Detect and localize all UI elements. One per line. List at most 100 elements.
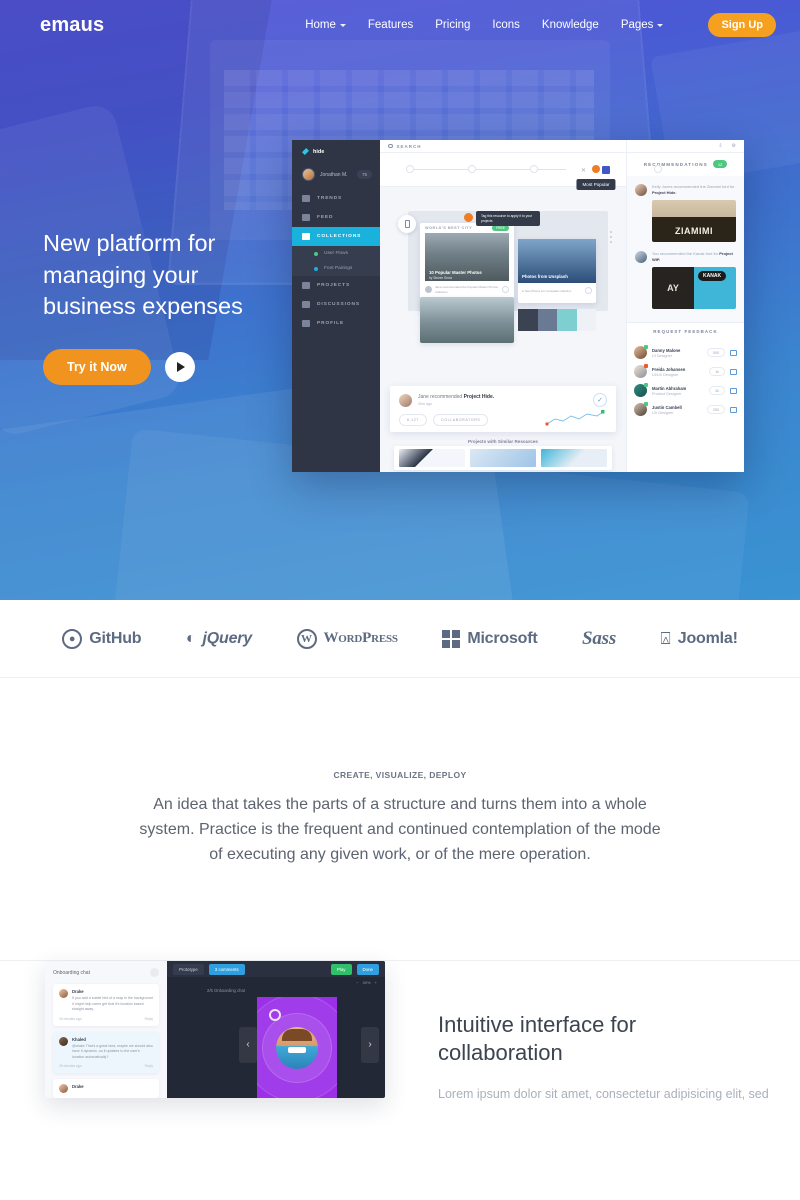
gear-icon[interactable]: ⚙ xyxy=(732,143,736,149)
nav-item-home[interactable]: Home xyxy=(294,19,357,31)
signup-button[interactable]: Sign Up xyxy=(708,13,776,37)
nav-item-icons[interactable]: Icons xyxy=(481,19,531,31)
chat-icon[interactable] xyxy=(730,406,737,413)
person-count: 2k xyxy=(709,386,725,395)
play-video-button[interactable] xyxy=(164,352,195,383)
sidebar-item-label: FEED xyxy=(317,215,334,220)
logo-microsoft[interactable]: Microsoft xyxy=(442,629,538,648)
recommendation-item[interactable]: Kelly Jones recommended the Ziamimi font… xyxy=(635,184,736,196)
chat-message[interactable]: Drake xyxy=(53,1079,159,1098)
chat-message[interactable]: Drake If you add a subtle hint of a map … xyxy=(53,984,159,1026)
people-list: Danny Malone UI Designer 500 Freida Johan… xyxy=(627,341,744,472)
nav-item-features[interactable]: Features xyxy=(357,19,424,31)
step-dot[interactable] xyxy=(654,165,662,173)
search-bar[interactable]: SEARCH xyxy=(380,140,626,153)
prototype-tab[interactable]: Prototype xyxy=(173,963,204,975)
check-icon[interactable] xyxy=(585,287,592,294)
sidebar-hide-toggle[interactable]: hide xyxy=(292,140,380,163)
recommendation-item[interactable]: You recommended the Kanak font for Proje… xyxy=(635,251,736,263)
step-dot[interactable] xyxy=(530,165,538,173)
view-toggle-button[interactable] xyxy=(602,166,610,174)
try-it-now-button[interactable]: Try it Now xyxy=(43,349,151,386)
sidebar-item-feed[interactable]: FEED xyxy=(292,208,380,227)
sidebar-item-profile[interactable]: PROFILE xyxy=(292,314,380,333)
close-icon[interactable] xyxy=(150,968,159,977)
chat-icon[interactable] xyxy=(730,349,737,356)
mobile-preview-icon[interactable] xyxy=(398,215,416,233)
feed-icon xyxy=(302,214,310,221)
check-icon[interactable]: ✓ xyxy=(593,393,607,407)
rec-prefix: Kelly Jones recommended the Ziamimi font… xyxy=(652,184,735,189)
sidebar-item-trends[interactable]: TRENDS xyxy=(292,189,380,208)
avatar xyxy=(634,345,648,359)
mockup-body: WORLD'S BEST CITY FREE 10 Popular Master … xyxy=(380,187,626,472)
thumbnail[interactable] xyxy=(399,449,465,467)
avatar xyxy=(59,1084,68,1094)
recommend-prefix: Jane recommended xyxy=(418,394,464,400)
notifications-icon[interactable]: ⇩ xyxy=(718,143,722,149)
sidebar-item-collections[interactable]: COLLECTIONS xyxy=(292,227,380,246)
close-icon[interactable]: ✕ xyxy=(581,167,586,174)
chat-icon[interactable] xyxy=(730,368,737,375)
reply-link[interactable]: Reply xyxy=(145,1064,153,1068)
online-dot-icon xyxy=(644,383,648,387)
zoom-out-icon[interactable]: − xyxy=(356,980,358,985)
person-row[interactable]: Freida Johansen UI/UX Designer 1k xyxy=(634,362,737,381)
user-badge: 75 xyxy=(356,170,372,179)
step-dot[interactable] xyxy=(468,165,476,173)
sidebar-item-discussions[interactable]: DISCUSSIONS xyxy=(292,295,380,314)
logo-joomla[interactable]: ⍓ Joomla! xyxy=(661,629,738,649)
sidebar-subitem-label: Font Pairings xyxy=(324,266,353,271)
tag-badge-icon[interactable] xyxy=(464,213,473,222)
search-label: SEARCH xyxy=(396,143,422,149)
logo-jquery[interactable]: ◐ jQuery xyxy=(186,630,252,648)
collaboration-copy: Intuitive interface for collaboration Lo… xyxy=(438,1011,778,1104)
poster-label-left: AY xyxy=(667,283,679,293)
nav-menu: Home Features Pricing Icons Knowledge Pa… xyxy=(294,19,674,31)
font-poster-kanak[interactable]: AY KANAK xyxy=(652,267,736,309)
resource-card-c[interactable] xyxy=(420,297,514,343)
prev-frame-button[interactable]: ‹ xyxy=(239,1026,257,1063)
request-feedback-button[interactable]: REQUEST FEEDBACK xyxy=(627,322,744,341)
sidebar-item-projects[interactable]: PROJECTS xyxy=(292,276,380,295)
nav-item-pricing[interactable]: Pricing xyxy=(424,19,481,31)
sidebar-item-label: PROJECTS xyxy=(317,283,351,288)
nav-item-knowledge[interactable]: Knowledge xyxy=(531,19,610,31)
person-row[interactable]: Justin Cambell UX Designer 250 xyxy=(634,400,737,419)
pill-label: COLLABORATORS xyxy=(441,418,481,422)
play-button[interactable]: Play xyxy=(330,963,352,975)
reply-link[interactable]: Reply xyxy=(145,1017,153,1021)
step-dot[interactable] xyxy=(406,165,414,173)
done-button[interactable]: Done xyxy=(356,963,379,975)
logo-sass[interactable]: Sass xyxy=(582,628,616,650)
font-poster-ziamimi[interactable]: ZIAMIMI xyxy=(652,200,736,242)
next-frame-button[interactable]: › xyxy=(361,1026,379,1063)
stat-pill-views[interactable]: 6,127 xyxy=(399,414,427,426)
step-dot-active[interactable] xyxy=(592,165,600,173)
sidebar-user[interactable]: Jonathan M. 75 xyxy=(292,163,380,189)
comments-tab[interactable]: 3 comments xyxy=(208,963,245,975)
chat-icon[interactable] xyxy=(730,387,737,394)
stat-pill-collaborators[interactable]: COLLABORATORS xyxy=(433,414,489,426)
chat-message[interactable]: Khaled @drake That's a great idea, maybe… xyxy=(53,1031,159,1074)
nav-item-pages[interactable]: Pages xyxy=(610,19,675,31)
avatar xyxy=(59,1036,68,1046)
zoom-in-icon[interactable]: + xyxy=(375,980,377,985)
top-navigation: emaus Home Features Pricing Icons Knowle… xyxy=(0,0,800,50)
avatar xyxy=(634,402,648,416)
resource-card-b[interactable]: Photos from Unsplash in New Photos from … xyxy=(518,239,596,303)
thumbnail[interactable] xyxy=(470,449,536,467)
avatar xyxy=(634,364,648,378)
person-row[interactable]: Martin Abhraham Product Designer 2k xyxy=(634,381,737,400)
logo-github[interactable]: ● GitHub xyxy=(62,628,142,649)
brand-logo[interactable]: emaus xyxy=(40,14,104,37)
sidebar-subitem-user-flows[interactable]: User Flows xyxy=(292,246,380,261)
more-options-icon[interactable] xyxy=(610,231,612,246)
person-row[interactable]: Danny Malone UI Designer 500 xyxy=(634,343,737,362)
thumbnail[interactable] xyxy=(541,449,607,467)
check-icon[interactable] xyxy=(502,286,509,293)
prototype-canvas[interactable] xyxy=(257,997,337,1098)
logo-wordpress[interactable]: W WordPress xyxy=(296,628,398,649)
sidebar-subitem-font-pairings[interactable]: Font Pairings xyxy=(292,261,380,276)
message-time: 26 minutes ago xyxy=(59,1064,82,1069)
